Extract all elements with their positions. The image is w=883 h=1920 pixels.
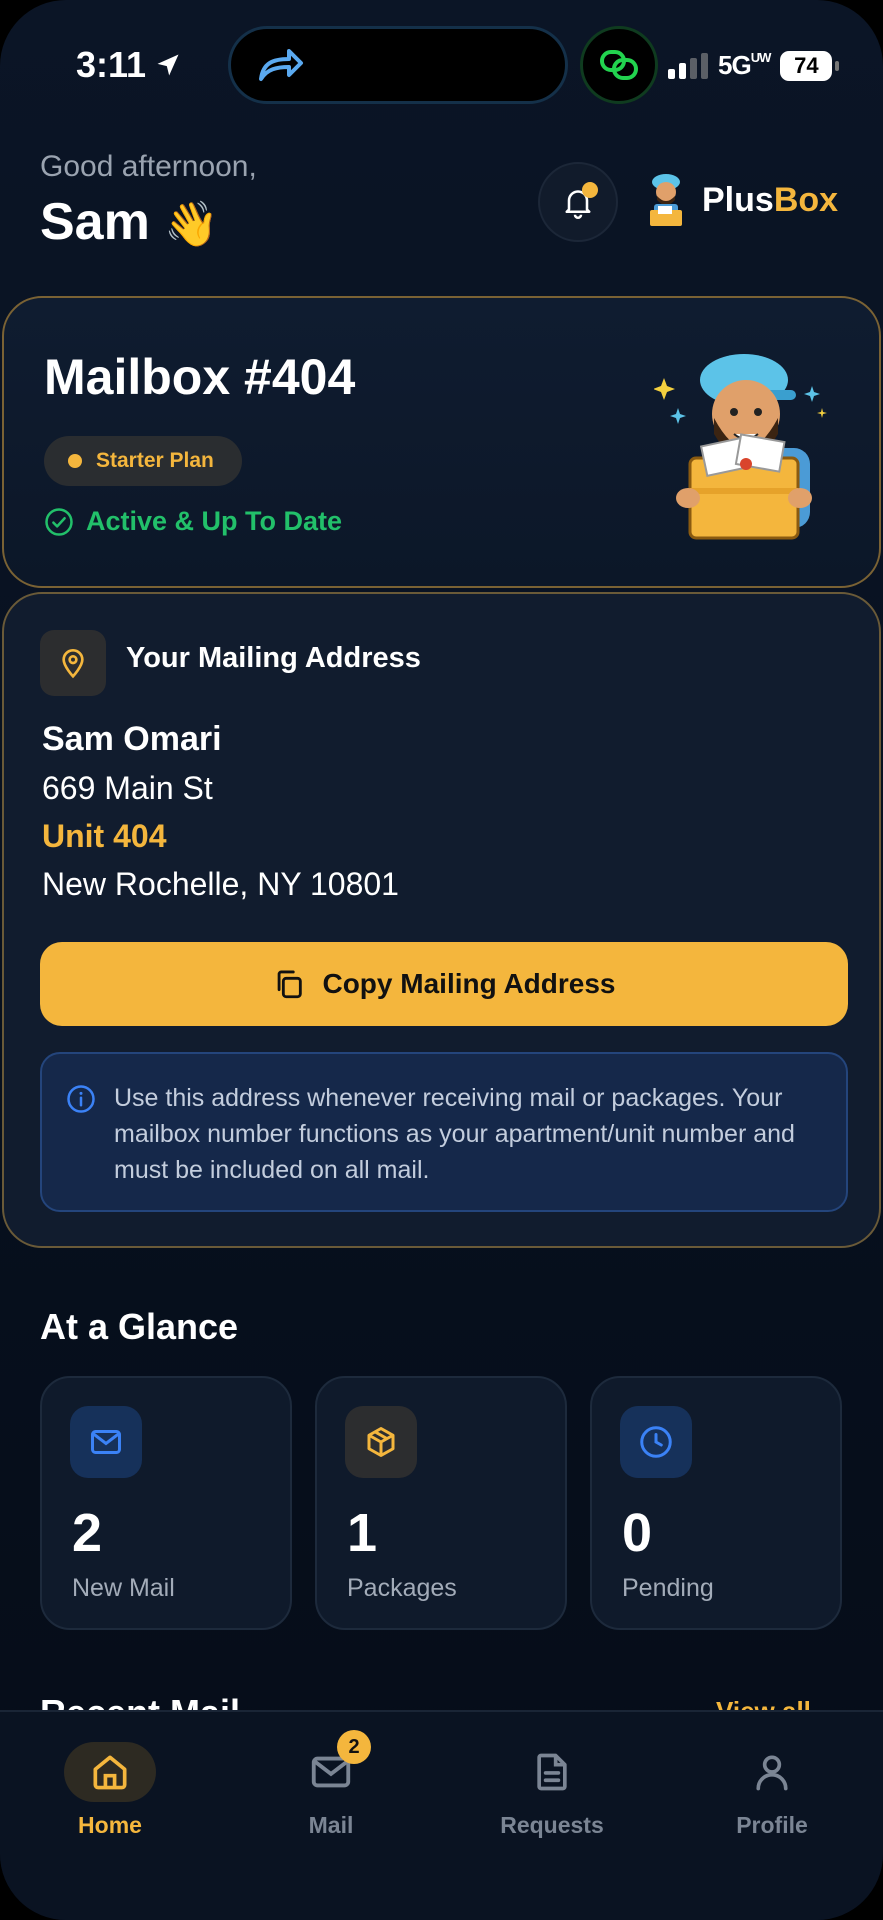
- signal-icon: [668, 52, 708, 79]
- address-unit: Unit 404: [42, 818, 167, 854]
- location-pin-icon: [62, 649, 84, 679]
- package-icon: [367, 1427, 395, 1457]
- clock-icon: [640, 1426, 672, 1458]
- plan-badge: Starter Plan: [44, 436, 242, 486]
- link-icon: [600, 50, 638, 80]
- network-type: 5G: [718, 50, 752, 80]
- address-info-text: Use this address whenever receiving mail…: [114, 1084, 795, 1184]
- location-pin-badge: [40, 630, 106, 696]
- address-heading: Your Mailing Address: [126, 642, 421, 674]
- nav-icon-container: [726, 1742, 818, 1802]
- copy-icon: [278, 970, 303, 999]
- nav-profile[interactable]: Profile: [682, 1742, 862, 1839]
- mascot-logo-icon: [650, 174, 682, 226]
- brand-box: Box: [773, 180, 839, 219]
- stat-value: 1: [347, 1503, 378, 1563]
- address-city: New Rochelle, NY 10801: [42, 866, 399, 902]
- nav-label: Requests: [500, 1812, 604, 1838]
- brand-logo: PlusBox: [640, 170, 838, 230]
- status-indicators: 5GUW 74: [668, 50, 840, 81]
- account-status: Active & Up To Date: [44, 506, 342, 537]
- dynamic-island: [228, 26, 568, 104]
- address-name: Sam Omari: [42, 720, 222, 758]
- mail-icon: [91, 1430, 121, 1454]
- notification-dot: [582, 182, 598, 198]
- stat-label: New Mail: [72, 1574, 175, 1602]
- user-icon: [756, 1755, 788, 1791]
- brand-plus: Plus: [702, 180, 774, 219]
- user-name: Sam: [40, 193, 150, 251]
- address-street: 669 Main St: [42, 770, 213, 806]
- plan-label: Starter Plan: [96, 449, 214, 472]
- nav-icon-container: [64, 1742, 156, 1802]
- check-circle-icon: [45, 507, 73, 536]
- nav-label: Profile: [736, 1812, 808, 1838]
- status-time: 3:11: [76, 44, 182, 86]
- stat-value: 2: [72, 1503, 103, 1563]
- nav-icon-container: 2: [285, 1730, 377, 1802]
- plan-dot: [68, 454, 82, 468]
- status-time-text: 3:11: [76, 44, 147, 85]
- network-suffix: UW: [750, 50, 772, 65]
- mailbox-title: Mailbox #404: [44, 349, 356, 405]
- battery-icon: 74: [780, 50, 840, 81]
- account-status-text: Active & Up To Date: [86, 506, 343, 536]
- wave-emoji: 👋: [164, 200, 220, 249]
- stat-icon-badge: [620, 1406, 692, 1478]
- copy-address-label: Copy Mailing Address: [322, 968, 616, 999]
- copy-address-button[interactable]: Copy Mailing Address: [40, 942, 848, 1026]
- mascot-illustration: [654, 354, 827, 540]
- stat-card-packages[interactable]: 1 Packages: [315, 1376, 567, 1630]
- mailbox-card: Mailbox #404 Starter Plan Active & Up To…: [2, 296, 881, 588]
- greeting-text: Good afternoon,: [40, 150, 257, 183]
- nav-home[interactable]: Home: [20, 1742, 200, 1839]
- stat-card-pending[interactable]: 0 Pending: [590, 1376, 842, 1630]
- stat-value: 0: [622, 1503, 653, 1563]
- at-a-glance-heading: At a Glance: [40, 1306, 239, 1347]
- mailing-address-card: Your Mailing Address Sam Omari 669 Main …: [2, 592, 881, 1248]
- linked-app-indicator: [580, 26, 658, 104]
- app-screen: 3:11 5GUW 74 Good afternoon, Sam 👋 PlusB…: [0, 0, 883, 1920]
- nav-mail[interactable]: 2 Mail: [241, 1730, 421, 1839]
- location-arrow-icon: [157, 54, 179, 76]
- notifications-button[interactable]: [538, 162, 618, 242]
- brand-name: PlusBox: [702, 181, 838, 220]
- nav-icon-container: [506, 1742, 598, 1802]
- status-bar: 3:11 5GUW 74: [0, 0, 883, 130]
- battery-level: 74: [794, 52, 819, 78]
- stat-icon-badge: [345, 1406, 417, 1478]
- network-label: 5GUW: [718, 50, 772, 81]
- address-info-note: Use this address whenever receiving mail…: [40, 1052, 848, 1212]
- bottom-navigation: Home 2 Mail Requests Profile: [0, 1710, 883, 1920]
- document-icon: [537, 1753, 567, 1791]
- user-name-heading: Sam 👋: [40, 192, 219, 252]
- stat-label: Packages: [347, 1574, 457, 1602]
- nav-label: Home: [78, 1812, 142, 1838]
- home-icon: [93, 1755, 127, 1790]
- nav-label: Mail: [308, 1812, 354, 1838]
- share-arrow-icon: [259, 49, 303, 81]
- info-icon: [67, 1085, 95, 1113]
- stat-label: Pending: [622, 1574, 714, 1602]
- nav-requests[interactable]: Requests: [462, 1742, 642, 1839]
- stat-icon-badge: [70, 1406, 142, 1478]
- stat-card-new-mail[interactable]: 2 New Mail: [40, 1376, 292, 1630]
- mail-count-badge: 2: [337, 1730, 371, 1764]
